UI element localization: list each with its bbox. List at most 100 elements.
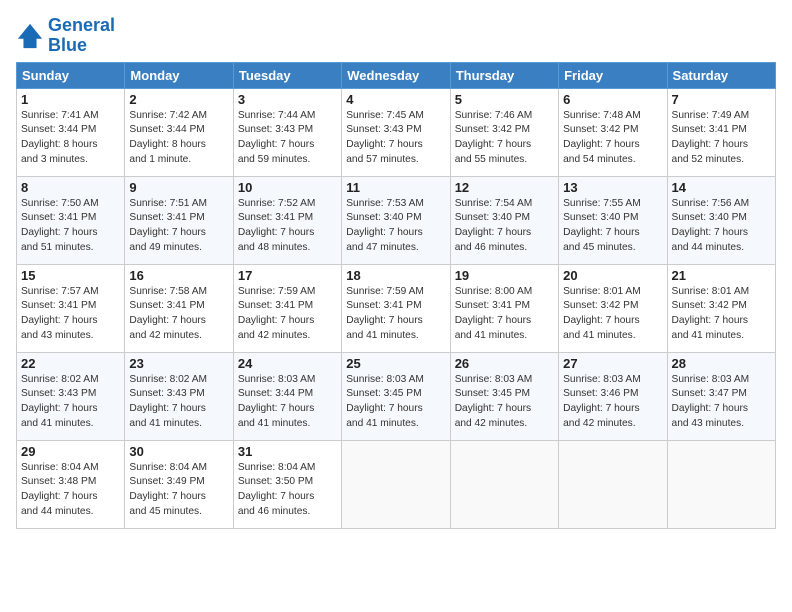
calendar-table: SundayMondayTuesdayWednesdayThursdayFrid… [16, 62, 776, 529]
day-cell: 15 Sunrise: 7:57 AMSunset: 3:41 PMDayligh… [17, 264, 125, 352]
day-info: Sunrise: 8:03 AMSunset: 3:46 PMDaylight:… [563, 373, 662, 432]
week-row-5: 29 Sunrise: 8:04 AMSunset: 3:48 PMDayligh… [17, 440, 776, 528]
day-cell: 28 Sunrise: 8:03 AMSunset: 3:47 PMDayligh… [667, 352, 775, 440]
day-cell: 31Sunrise: 8:04 AMSunset: 3:50 PMDayligh… [233, 440, 341, 528]
day-info: Sunrise: 8:03 AMSunset: 3:44 PMDaylight:… [238, 373, 337, 432]
logo-text: General [48, 16, 115, 36]
day-number: 26 [455, 356, 554, 371]
header-row-days: SundayMondayTuesdayWednesdayThursdayFrid… [17, 62, 776, 88]
day-number: 6 [563, 92, 662, 107]
day-number: 28 [672, 356, 771, 371]
day-cell: 8Sunrise: 7:50 AMSunset: 3:41 PMDaylight… [17, 176, 125, 264]
day-info: Sunrise: 7:41 AMSunset: 3:44 PMDaylight:… [21, 109, 120, 168]
day-header-friday: Friday [559, 62, 667, 88]
header-row: General Blue [16, 16, 776, 56]
day-info: Sunrise: 7:58 AMSunset: 3:41 PMDaylight:… [129, 285, 228, 344]
day-cell: 20 Sunrise: 8:01 AMSunset: 3:42 PMDayligh… [559, 264, 667, 352]
week-row-1: 1 Sunrise: 7:41 AMSunset: 3:44 PMDaylight… [17, 88, 776, 176]
day-cell: 18 Sunrise: 7:59 AMSunset: 3:41 PMDayligh… [342, 264, 450, 352]
day-number: 29 [21, 444, 120, 459]
day-info: Sunrise: 7:42 AMSunset: 3:44 PMDaylight:… [129, 109, 228, 168]
day-cell: 1 Sunrise: 7:41 AMSunset: 3:44 PMDaylight… [17, 88, 125, 176]
day-cell: 7Sunrise: 7:49 AMSunset: 3:41 PMDaylight… [667, 88, 775, 176]
day-cell: 3Sunrise: 7:44 AMSunset: 3:43 PMDaylight… [233, 88, 341, 176]
day-info: Sunrise: 8:01 AMSunset: 3:42 PMDaylight:… [672, 285, 771, 344]
day-number: 16 [129, 268, 228, 283]
day-number: 14 [672, 180, 771, 195]
day-info: Sunrise: 7:57 AMSunset: 3:41 PMDaylight:… [21, 285, 120, 344]
day-info: Sunrise: 8:03 AMSunset: 3:45 PMDaylight:… [455, 373, 554, 432]
day-number: 11 [346, 180, 445, 195]
page-container: General Blue SundayMondayTuesdayWednesda… [0, 0, 792, 539]
day-info: Sunrise: 8:04 AMSunset: 3:49 PMDaylight:… [129, 461, 228, 520]
day-cell: 4 Sunrise: 7:45 AMSunset: 3:43 PMDaylight… [342, 88, 450, 176]
day-info: Sunrise: 8:02 AMSunset: 3:43 PMDaylight:… [129, 373, 228, 432]
day-info: Sunrise: 8:03 AMSunset: 3:45 PMDaylight:… [346, 373, 445, 432]
day-number: 5 [455, 92, 554, 107]
day-number: 25 [346, 356, 445, 371]
day-cell [667, 440, 775, 528]
day-cell: 27 Sunrise: 8:03 AMSunset: 3:46 PMDayligh… [559, 352, 667, 440]
day-cell: 2Sunrise: 7:42 AMSunset: 3:44 PMDaylight… [125, 88, 233, 176]
day-header-wednesday: Wednesday [342, 62, 450, 88]
day-info: Sunrise: 7:55 AMSunset: 3:40 PMDaylight:… [563, 197, 662, 256]
day-cell: 24Sunrise: 8:03 AMSunset: 3:44 PMDayligh… [233, 352, 341, 440]
day-cell [450, 440, 558, 528]
day-cell: 12 Sunrise: 7:54 AMSunset: 3:40 PMDayligh… [450, 176, 558, 264]
day-number: 21 [672, 268, 771, 283]
day-info: Sunrise: 8:03 AMSunset: 3:47 PMDaylight:… [672, 373, 771, 432]
day-number: 1 [21, 92, 120, 107]
day-cell: 14 Sunrise: 7:56 AMSunset: 3:40 PMDayligh… [667, 176, 775, 264]
day-cell: 11 Sunrise: 7:53 AMSunset: 3:40 PMDayligh… [342, 176, 450, 264]
day-cell: 13 Sunrise: 7:55 AMSunset: 3:40 PMDayligh… [559, 176, 667, 264]
day-info: Sunrise: 7:44 AMSunset: 3:43 PMDaylight:… [238, 109, 337, 168]
day-number: 22 [21, 356, 120, 371]
day-header-sunday: Sunday [17, 62, 125, 88]
day-cell: 22 Sunrise: 8:02 AMSunset: 3:43 PMDayligh… [17, 352, 125, 440]
day-cell: 21 Sunrise: 8:01 AMSunset: 3:42 PMDayligh… [667, 264, 775, 352]
day-number: 12 [455, 180, 554, 195]
day-info: Sunrise: 7:59 AMSunset: 3:41 PMDaylight:… [346, 285, 445, 344]
day-number: 15 [21, 268, 120, 283]
day-info: Sunrise: 7:51 AMSunset: 3:41 PMDaylight:… [129, 197, 228, 256]
day-number: 17 [238, 268, 337, 283]
day-number: 23 [129, 356, 228, 371]
day-cell: 6 Sunrise: 7:48 AMSunset: 3:42 PMDaylight… [559, 88, 667, 176]
day-cell: 25 Sunrise: 8:03 AMSunset: 3:45 PMDayligh… [342, 352, 450, 440]
day-cell: 19Sunrise: 8:00 AMSunset: 3:41 PMDayligh… [450, 264, 558, 352]
day-info: Sunrise: 7:48 AMSunset: 3:42 PMDaylight:… [563, 109, 662, 168]
day-info: Sunrise: 8:02 AMSunset: 3:43 PMDaylight:… [21, 373, 120, 432]
day-number: 18 [346, 268, 445, 283]
day-header-thursday: Thursday [450, 62, 558, 88]
day-info: Sunrise: 7:59 AMSunset: 3:41 PMDaylight:… [238, 285, 337, 344]
day-number: 10 [238, 180, 337, 195]
day-info: Sunrise: 7:45 AMSunset: 3:43 PMDaylight:… [346, 109, 445, 168]
day-info: Sunrise: 7:53 AMSunset: 3:40 PMDaylight:… [346, 197, 445, 256]
day-number: 4 [346, 92, 445, 107]
day-info: Sunrise: 7:52 AMSunset: 3:41 PMDaylight:… [238, 197, 337, 256]
day-cell: 17 Sunrise: 7:59 AMSunset: 3:41 PMDayligh… [233, 264, 341, 352]
day-info: Sunrise: 7:56 AMSunset: 3:40 PMDaylight:… [672, 197, 771, 256]
day-cell: 30 Sunrise: 8:04 AMSunset: 3:49 PMDayligh… [125, 440, 233, 528]
day-number: 7 [672, 92, 771, 107]
logo-icon [16, 22, 44, 50]
day-info: Sunrise: 8:04 AMSunset: 3:50 PMDaylight:… [238, 461, 337, 520]
week-row-3: 15 Sunrise: 7:57 AMSunset: 3:41 PMDayligh… [17, 264, 776, 352]
day-info: Sunrise: 7:50 AMSunset: 3:41 PMDaylight:… [21, 197, 120, 256]
day-header-tuesday: Tuesday [233, 62, 341, 88]
day-info: Sunrise: 8:04 AMSunset: 3:48 PMDaylight:… [21, 461, 120, 520]
day-number: 13 [563, 180, 662, 195]
day-info: Sunrise: 7:46 AMSunset: 3:42 PMDaylight:… [455, 109, 554, 168]
day-number: 30 [129, 444, 228, 459]
day-info: Sunrise: 7:54 AMSunset: 3:40 PMDaylight:… [455, 197, 554, 256]
day-cell: 16 Sunrise: 7:58 AMSunset: 3:41 PMDayligh… [125, 264, 233, 352]
week-row-2: 8Sunrise: 7:50 AMSunset: 3:41 PMDaylight… [17, 176, 776, 264]
day-header-monday: Monday [125, 62, 233, 88]
day-number: 20 [563, 268, 662, 283]
day-cell [342, 440, 450, 528]
day-number: 19 [455, 268, 554, 283]
day-number: 27 [563, 356, 662, 371]
logo-text2: Blue [48, 36, 115, 56]
day-cell: 5 Sunrise: 7:46 AMSunset: 3:42 PMDaylight… [450, 88, 558, 176]
day-info: Sunrise: 8:01 AMSunset: 3:42 PMDaylight:… [563, 285, 662, 344]
